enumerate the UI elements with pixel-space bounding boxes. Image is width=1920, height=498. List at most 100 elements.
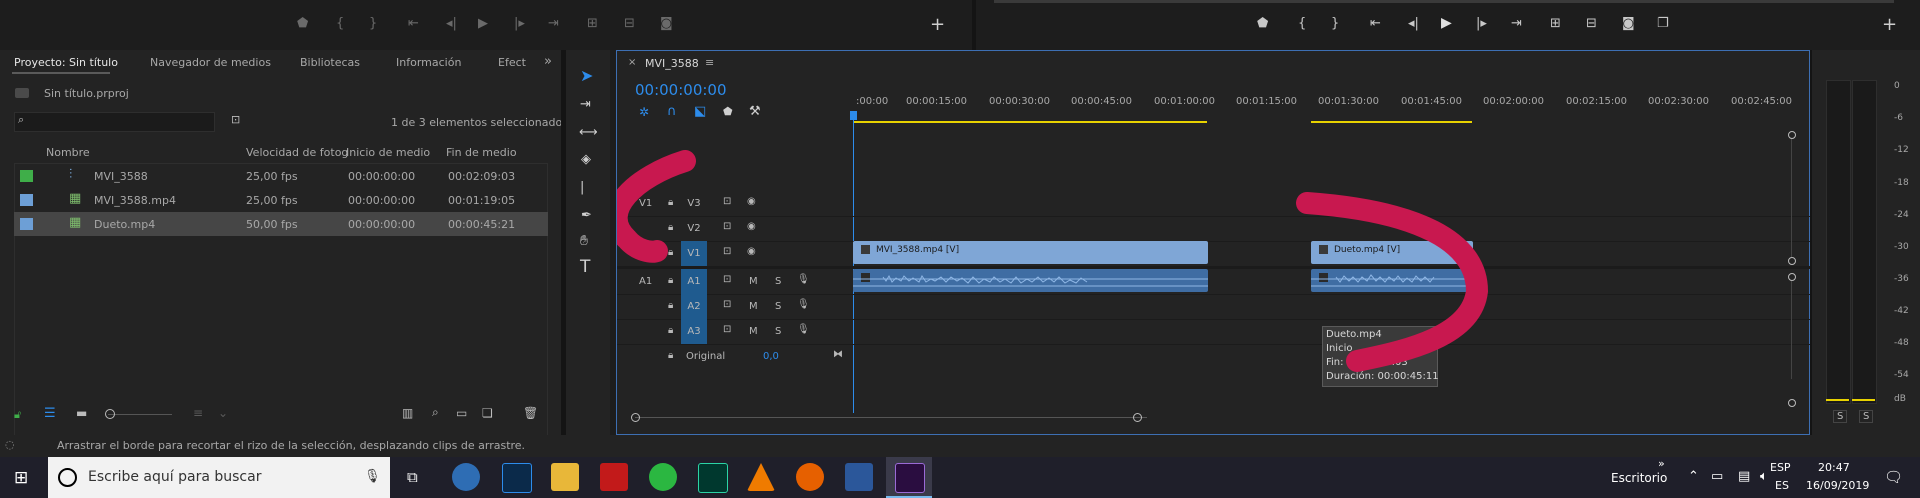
video-vertical-scroll-handle[interactable] bbox=[1788, 131, 1796, 139]
audition-icon[interactable] bbox=[698, 463, 728, 493]
input-language-top[interactable]: ESP bbox=[1770, 461, 1791, 474]
track-name[interactable]: A2 bbox=[681, 301, 707, 312]
clock-time[interactable]: 20:47 bbox=[1818, 461, 1850, 474]
eye-icon[interactable]: ◉ bbox=[747, 196, 756, 207]
qb-app-icon[interactable] bbox=[452, 463, 480, 491]
export-frame-icon[interactable]: ◙ bbox=[660, 16, 673, 31]
acrobat-icon[interactable] bbox=[600, 463, 628, 491]
show-hidden-icons-icon[interactable]: ⌃ bbox=[1688, 469, 1699, 484]
export-frame-icon[interactable]: ◙ bbox=[1622, 16, 1635, 31]
column-media-end[interactable]: Fin de medio bbox=[446, 146, 517, 159]
taskbar-search-input[interactable]: Escribe aquí para buscar bbox=[88, 469, 261, 485]
add-marker-icon[interactable]: ⬟ bbox=[723, 105, 733, 118]
photoshop-icon[interactable] bbox=[502, 463, 532, 493]
solo-button[interactable]: S bbox=[775, 326, 781, 337]
microphone-icon[interactable]: 🎙︎ bbox=[797, 299, 810, 310]
go-to-in-icon[interactable]: ⇤ bbox=[408, 16, 419, 31]
lock-track-icon[interactable]: 🔒︎ bbox=[668, 247, 673, 258]
lock-track-icon[interactable]: 🔒︎ bbox=[668, 325, 673, 336]
eye-icon[interactable]: ◉ bbox=[747, 246, 756, 257]
step-back-icon[interactable]: ◂| bbox=[1408, 16, 1419, 31]
ripple-edit-tool-icon[interactable]: ⟷ bbox=[579, 125, 598, 140]
playhead-timecode[interactable]: 00:00:00:00 bbox=[635, 81, 727, 99]
video-clip[interactable]: Dueto.mp4 [V] bbox=[1311, 241, 1473, 264]
overwrite-icon[interactable]: ⊟ bbox=[624, 16, 635, 31]
settings-wrench-icon[interactable]: ⚒ bbox=[749, 104, 761, 119]
sequence-tab[interactable]: MVI_3588 bbox=[645, 57, 699, 70]
vlc-icon[interactable] bbox=[747, 463, 775, 491]
razor-tool-icon[interactable]: ◈ bbox=[581, 152, 591, 167]
horizontal-zoom-scroll-track[interactable] bbox=[635, 417, 1147, 418]
linked-selection-icon[interactable]: ⬕ bbox=[694, 104, 706, 119]
network-icon[interactable]: ▤ bbox=[1738, 469, 1750, 484]
horizontal-scroll-handle[interactable] bbox=[631, 413, 640, 422]
tab-effects[interactable]: Efect bbox=[498, 56, 526, 69]
work-area-bar[interactable] bbox=[853, 121, 1207, 123]
tab-project[interactable]: Proyecto: Sin título bbox=[14, 56, 118, 69]
find-icon[interactable]: ⌕ bbox=[432, 405, 439, 420]
action-center-icon[interactable]: 🗨︎ bbox=[1884, 468, 1903, 486]
mark-in-icon[interactable]: { bbox=[336, 16, 344, 31]
solo-left-button[interactable]: S bbox=[1833, 410, 1848, 423]
program-scrubber[interactable] bbox=[994, 0, 1894, 3]
work-area-bar[interactable] bbox=[1311, 121, 1472, 123]
add-button-icon[interactable]: + bbox=[1882, 14, 1897, 35]
track-name[interactable]: V1 bbox=[681, 248, 707, 259]
microphone-icon[interactable]: 🎙︎ bbox=[364, 469, 381, 484]
list-item-selected[interactable]: ▦ Dueto.mp4 50,00 fps 00:00:00:00 00:00:… bbox=[14, 212, 548, 236]
lock-track-icon[interactable]: 🔒︎ bbox=[668, 300, 673, 311]
add-button-icon[interactable]: + bbox=[930, 14, 945, 35]
video-clip[interactable]: MVI_3588.mp4 [V] bbox=[853, 241, 1208, 264]
sync-lock-icon[interactable]: ⊡ bbox=[723, 246, 731, 257]
mark-out-icon[interactable]: } bbox=[1331, 16, 1339, 31]
audio-vertical-scroll-track[interactable] bbox=[1791, 281, 1792, 379]
lock-icon[interactable]: 🔓︎ bbox=[14, 408, 21, 422]
pen-tool-icon[interactable]: ✒ bbox=[581, 208, 592, 223]
source-patch-v1[interactable]: V1 bbox=[639, 198, 652, 209]
tab-media-browser[interactable]: Navegador de medios bbox=[150, 56, 271, 69]
input-language-bottom[interactable]: ES bbox=[1775, 479, 1789, 492]
track-name[interactable]: A1 bbox=[681, 276, 707, 287]
mute-button[interactable]: M bbox=[749, 301, 758, 312]
volume-icon[interactable]: 🔈︎ bbox=[1760, 469, 1768, 484]
panel-overflow-icon[interactable]: » bbox=[544, 54, 552, 69]
icon-view-icon[interactable]: ▬ bbox=[76, 406, 87, 420]
play-icon[interactable]: ▶ bbox=[1441, 15, 1452, 31]
comparison-view-icon[interactable]: ❐ bbox=[1657, 16, 1669, 31]
microphone-icon[interactable]: 🎙︎ bbox=[797, 274, 810, 285]
list-item[interactable]: ▦ MVI_3588.mp4 25,00 fps 00:00:00:00 00:… bbox=[14, 188, 548, 212]
list-item[interactable]: ⫶ MVI_3588 25,00 fps 00:00:00:00 00:02:0… bbox=[14, 164, 548, 188]
word-icon[interactable] bbox=[845, 463, 873, 491]
whatsapp-icon[interactable] bbox=[649, 463, 677, 491]
search-input[interactable] bbox=[14, 112, 215, 132]
solo-button[interactable]: S bbox=[775, 301, 781, 312]
add-marker-icon[interactable]: ⬟ bbox=[297, 16, 308, 31]
add-marker-icon[interactable]: ⬟ bbox=[1257, 16, 1268, 31]
video-vertical-scroll-handle[interactable] bbox=[1788, 257, 1796, 265]
selection-tool-icon[interactable]: ➤ bbox=[580, 66, 593, 85]
audio-vertical-scroll-handle[interactable] bbox=[1788, 273, 1796, 281]
audio-vertical-scroll-handle[interactable] bbox=[1788, 399, 1796, 407]
microphone-icon[interactable]: 🎙︎ bbox=[797, 324, 810, 335]
lock-track-icon[interactable]: 🔒︎ bbox=[668, 222, 673, 233]
video-vertical-scroll-track[interactable] bbox=[1791, 139, 1792, 257]
extract-icon[interactable]: ⊟ bbox=[1586, 16, 1597, 31]
solo-right-button[interactable]: S bbox=[1859, 410, 1874, 423]
lock-track-icon[interactable]: 🔒︎ bbox=[668, 275, 673, 286]
slip-tool-icon[interactable]: | bbox=[580, 180, 584, 195]
play-icon[interactable]: ▶ bbox=[478, 16, 488, 31]
track-name[interactable]: V2 bbox=[681, 223, 707, 234]
track-select-tool-icon[interactable]: ⇥ bbox=[580, 97, 591, 112]
toolbar-overflow-icon[interactable]: » bbox=[1658, 457, 1665, 470]
source-patch-a1[interactable]: A1 bbox=[639, 276, 652, 287]
new-item-icon[interactable]: ❏ bbox=[482, 406, 493, 420]
lock-track-icon[interactable]: 🔒︎ bbox=[668, 350, 673, 361]
task-view-icon[interactable]: ⧉ bbox=[407, 468, 418, 486]
audio-clip[interactable] bbox=[1311, 269, 1473, 292]
premiere-pro-icon[interactable] bbox=[895, 463, 925, 493]
hand-tool-icon[interactable]: ✋︎ bbox=[580, 233, 588, 249]
sync-lock-icon[interactable]: ⊡ bbox=[723, 324, 731, 335]
eye-icon[interactable]: ◉ bbox=[747, 221, 756, 232]
sort-icon[interactable]: ≡ bbox=[193, 406, 203, 420]
column-media-start[interactable]: Inicio de medio bbox=[346, 146, 430, 159]
